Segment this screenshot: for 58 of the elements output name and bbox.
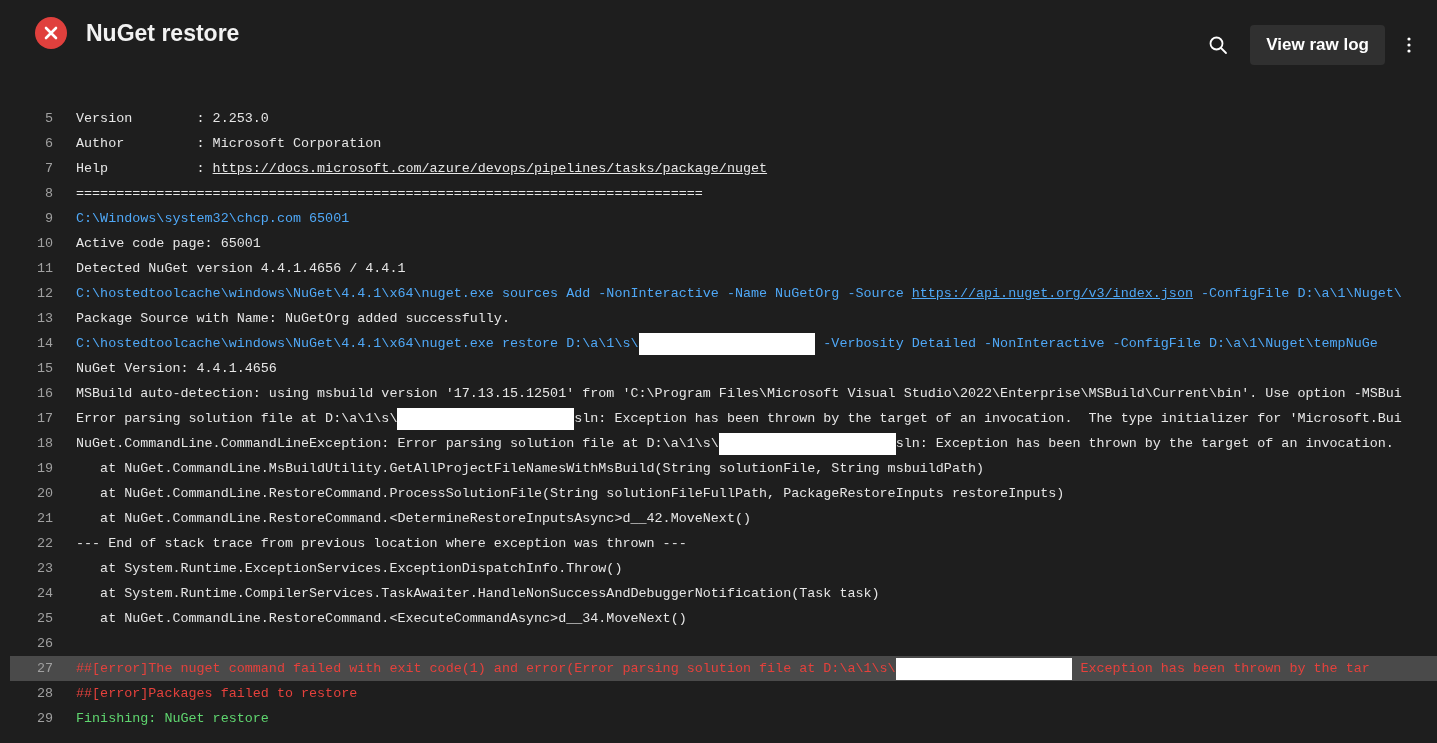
log-text: Version : 2.253.0 xyxy=(76,111,269,126)
log-text: Finishing: NuGet restore xyxy=(76,711,269,726)
log-text: at NuGet.CommandLine.RestoreCommand.ProcessSolutionFile(String solutionFileFullPath, PackageRestoreInputs restoreInputs) xyxy=(99,486,1065,501)
view-raw-log-button[interactable]: View raw log xyxy=(1250,25,1385,65)
line-number: 5 xyxy=(43,111,53,126)
log-text: sln: Exception has been thrown by the target of an invocation. xyxy=(895,436,1394,451)
log-text: at System.Runtime.ExceptionServices.ExceptionDispatchInfo.Throw() xyxy=(99,561,623,576)
log-text: C:\Windows\system32\chcp.com 65001 xyxy=(76,211,350,226)
log-text: ============================================================================== xyxy=(76,186,703,201)
log-text: -ConfigFile D:\a\1\Nuget\ xyxy=(1200,286,1402,301)
line-number: 15 xyxy=(35,361,53,376)
log-text: at NuGet.CommandLine.RestoreCommand.<DetermineRestoreInputsAsync>d__42.MoveNext() xyxy=(99,511,751,526)
log-text: Exception has been thrown by the tar xyxy=(1079,661,1370,676)
log-text: Help : xyxy=(76,161,206,176)
line-number: 16 xyxy=(35,386,53,401)
log-text: NuGet Version: 4.4.1.4656 xyxy=(76,361,277,376)
line-number: 12 xyxy=(35,286,53,301)
line-number: 25 xyxy=(35,611,53,626)
log-text: NuGet.CommandLine.CommandLineException: Error parsing solution file at D:\a\1\s\ xyxy=(76,436,719,451)
log-text: Active code page: 65001 xyxy=(76,236,261,251)
line-number: 14 xyxy=(35,336,53,351)
page-title: NuGet restore xyxy=(86,19,240,47)
log-text: ##[error]The nuget command failed with exit code(1) and error(Error parsing solution file at D:\a\1\s\ xyxy=(76,661,896,676)
log-text: C:\hostedtoolcache\windows\NuGet\4.4.1\x64\nuget.exe restore D:\a\1\s\ xyxy=(76,336,639,351)
line-number: 29 xyxy=(35,711,53,726)
line-number: 22 xyxy=(35,536,53,551)
line-number: 9 xyxy=(43,211,53,226)
log-text: Author : Microsoft Corporation xyxy=(76,136,382,151)
line-number: 6 xyxy=(43,136,53,151)
log-text: ##[error]Packages failed to restore xyxy=(76,686,358,701)
log-text: Package Source with Name: NuGetOrg added successfully. xyxy=(76,311,510,326)
line-number: 11 xyxy=(35,261,53,276)
line-number: 7 xyxy=(43,161,53,176)
line-number: 13 xyxy=(35,311,53,326)
log-text: -Verbosity Detailed -NonInteractive -ConfigFile D:\a\1\Nuget\tempNuGe xyxy=(822,336,1378,351)
line-number: 24 xyxy=(35,586,53,601)
log-text: at NuGet.CommandLine.RestoreCommand.<ExecuteCommandAsync>d__34.MoveNext() xyxy=(99,611,687,626)
log-text: --- End of stack trace from previous location where exception was thrown --- xyxy=(76,536,687,551)
log-text: sln: Exception has been thrown by the target of an invocation. The type initializer for 'Microsoft.Bui xyxy=(574,411,1402,426)
log-link[interactable]: https://docs.microsoft.com/azure/devops/pipelines/tasks/package/nuget xyxy=(212,161,768,176)
line-number: 26 xyxy=(35,636,53,651)
line-number: 18 xyxy=(35,436,53,451)
log-text: at NuGet.CommandLine.MsBuildUtility.GetAllProjectFileNamesWithMsBuild(String solutionFile, String msbuildPath) xyxy=(99,461,985,476)
log-text: MSBuild auto-detection: using msbuild version '17.13.15.12501' from 'C:\Program Files\Microsoft Visual Studio\2022\Enterprise\MSBuild\Current\bin'. Use option -MSBui xyxy=(76,386,1402,401)
line-number: 17 xyxy=(35,411,53,426)
line-number: 8 xyxy=(43,186,53,201)
line-number: 19 xyxy=(35,461,53,476)
log-text: C:\hostedtoolcache\windows\NuGet\4.4.1\x64\nuget.exe sources Add -NonInteractive -Name NuGetOrg -Source xyxy=(76,286,905,301)
line-number: 20 xyxy=(35,486,53,501)
line-number: 21 xyxy=(35,511,53,526)
line-number: 28 xyxy=(35,686,53,701)
log-text: at System.Runtime.CompilerServices.TaskAwaiter.HandleNonSuccessAndDebuggerNotification(Task task) xyxy=(99,586,880,601)
log-link[interactable]: https://api.nuget.org/v3/index.json xyxy=(911,286,1193,301)
log-text: Error parsing solution file at D:\a\1\s\ xyxy=(76,411,398,426)
line-number: 23 xyxy=(35,561,53,576)
line-number: 10 xyxy=(35,236,53,251)
line-number: 27 xyxy=(35,661,53,676)
log-text: Detected NuGet version 4.4.1.4656 / 4.4.1 xyxy=(76,261,406,276)
